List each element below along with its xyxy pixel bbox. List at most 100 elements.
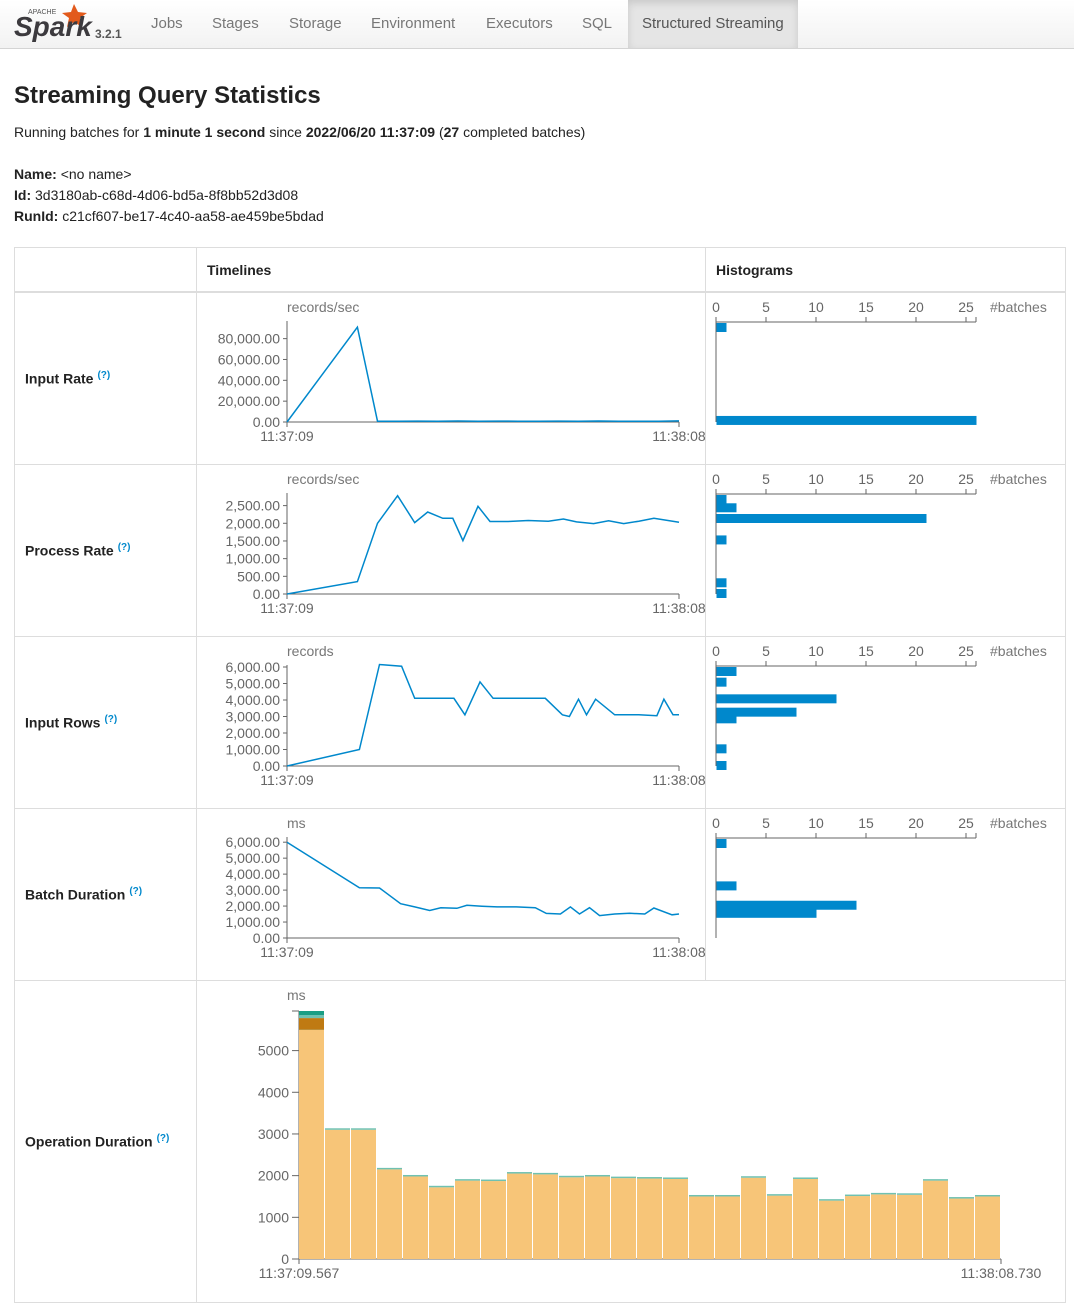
timeline-cell: records/sec 80,000.00 60,000.00 40,000.00 20…	[196, 291, 706, 465]
timeline-y-tick-label: 500.00	[237, 568, 280, 584]
nav-tab-storage[interactable]: Storage	[275, 0, 357, 48]
label-batch-duration: Batch Duration (?)	[14, 808, 197, 981]
timeline-data-point	[575, 910, 583, 918]
timeline-data-point	[653, 712, 661, 720]
timeline-y-tick-label: 80,000.00	[218, 331, 280, 347]
timeline-x-tick-label: 11:38:08	[652, 772, 705, 788]
histogram-unit-label: #batches	[990, 471, 1047, 487]
op-bar-group	[793, 1177, 818, 1259]
navbar: APACHE Spark 3.2.1 Jobs Stages Storage Envi…	[0, 0, 1074, 49]
timeline-data-point	[559, 515, 567, 523]
timeline-x-tick-label: 11:38:08	[652, 944, 705, 960]
histogram-x-tick-label: 20	[908, 299, 924, 315]
op-bar-group	[663, 1177, 688, 1259]
timeline-data-point	[574, 695, 582, 703]
op-bar	[949, 1198, 974, 1259]
nav-tab-executors[interactable]: Executors	[472, 0, 567, 48]
timeline-data-point	[478, 902, 486, 910]
timeline-data-point	[524, 516, 532, 524]
timeline-data-point	[566, 903, 574, 911]
label-operation-duration: Operation Duration (?)	[14, 980, 197, 1303]
histogram-x-tick-label: 10	[808, 815, 824, 831]
op-bar	[871, 1194, 896, 1259]
timeline-data-point	[375, 884, 383, 892]
op-bar	[793, 1178, 818, 1259]
header-histograms: Histograms	[705, 247, 1066, 293]
timeline-data-point	[489, 694, 497, 702]
help-icon[interactable]: (?)	[157, 1133, 170, 1144]
histogram-bar	[716, 744, 727, 754]
op-bar-cap	[637, 1177, 662, 1179]
histogram-bar	[716, 677, 727, 687]
timeline-series-line	[286, 494, 680, 595]
timeline-data-point	[411, 694, 419, 702]
header-empty	[14, 247, 197, 293]
timeline-cell: records/sec 2,500.00 2,000.00 1,500.00 1,000…	[196, 464, 706, 637]
op-bar-cap	[559, 1175, 584, 1178]
histogram-x-tick-label: 5	[762, 299, 770, 315]
timeline-data-point	[650, 514, 658, 522]
op-bar-cap	[871, 1192, 896, 1195]
timeline-data-point	[394, 417, 402, 425]
nav-tab-structured-streaming[interactable]: Structured Streaming	[628, 0, 798, 48]
timeline-data-point	[675, 910, 683, 918]
op-bar	[507, 1173, 532, 1259]
timeline-data-point	[574, 417, 582, 425]
op-bar-group	[325, 1128, 350, 1259]
histogram-x-tick-label: 10	[808, 471, 824, 487]
timeline-data-point	[572, 518, 580, 526]
help-icon[interactable]: (?)	[118, 542, 131, 553]
spark-logo[interactable]: APACHE Spark 3.2.1	[12, 2, 142, 46]
histogram-bar	[716, 495, 727, 504]
histogram-bar	[716, 667, 737, 676]
nav-tab-jobs[interactable]: Jobs	[137, 0, 196, 48]
timeline-data-point	[353, 323, 361, 331]
timeline-data-point	[373, 519, 381, 527]
op-bar-group	[403, 1174, 428, 1259]
op-bar-group	[689, 1194, 714, 1259]
timeline-y-tick-label: 20,000.00	[218, 393, 280, 409]
timeline-data-point	[611, 711, 619, 719]
id-label: Id:	[14, 187, 32, 203]
op-bar	[351, 1129, 376, 1259]
op-bar-cap	[377, 1167, 402, 1170]
histogram-input-rate: 0 5 10 15 20 25 #batches	[712, 299, 1047, 425]
runid-value: c21cf607-be17-4c40-aa58-ae459be5bdad	[62, 208, 324, 224]
stats-header-row: Timelines Histograms	[14, 247, 1066, 293]
help-icon[interactable]: (?)	[97, 370, 110, 381]
op-bar-cap	[351, 1128, 376, 1130]
help-icon[interactable]: (?)	[104, 714, 117, 725]
timeline-data-point	[655, 417, 663, 425]
op-bar-group	[351, 1128, 376, 1259]
timeline-unit-label: records/sec	[287, 299, 359, 315]
timeline-cell: records 6,000.00 5,000.00 4,000.00 3,000.00 2…	[196, 636, 706, 809]
timeline-data-point	[493, 903, 501, 911]
op-bar-cap	[663, 1177, 688, 1179]
timeline-data-point	[650, 904, 658, 912]
op-bar-cap	[793, 1177, 818, 1179]
timeline-batch-duration: ms 6,000.005,000.004,000.003,000.002,000.…	[226, 815, 706, 960]
nav-tab-environment[interactable]: Environment	[357, 0, 471, 48]
timeline-data-point	[668, 911, 676, 919]
header-timelines: Timelines	[196, 247, 706, 293]
nav-tab-sql[interactable]: SQL	[568, 0, 627, 48]
timeline-data-point	[620, 520, 628, 528]
op-bar-group	[871, 1192, 896, 1259]
timeline-data-point	[675, 711, 683, 719]
timeline-y-tick-label: 1,000.00	[226, 551, 281, 567]
nav-tab-stages[interactable]: Stages	[198, 0, 275, 48]
histogram-unit-label: #batches	[990, 815, 1047, 831]
row-label-text: Process Rate	[25, 542, 114, 559]
op-bar	[585, 1176, 610, 1259]
row-batch-duration: Batch Duration (?) ms 6,000.00 5,000.00 4,00…	[14, 808, 1066, 981]
op-bar	[819, 1200, 844, 1259]
op-bar	[663, 1178, 688, 1259]
histogram-x-tick-label: 25	[958, 643, 974, 659]
timeline-y-tick-label: 3,000.00	[226, 709, 281, 725]
help-icon[interactable]: (?)	[129, 886, 142, 897]
summary-count: 27	[443, 124, 460, 140]
op-bar-group	[897, 1193, 922, 1259]
timeline-x-tick-label: 11:37:09	[260, 600, 314, 616]
timeline-unit-label: records	[287, 643, 334, 659]
histogram-x-tick-label: 5	[762, 815, 770, 831]
